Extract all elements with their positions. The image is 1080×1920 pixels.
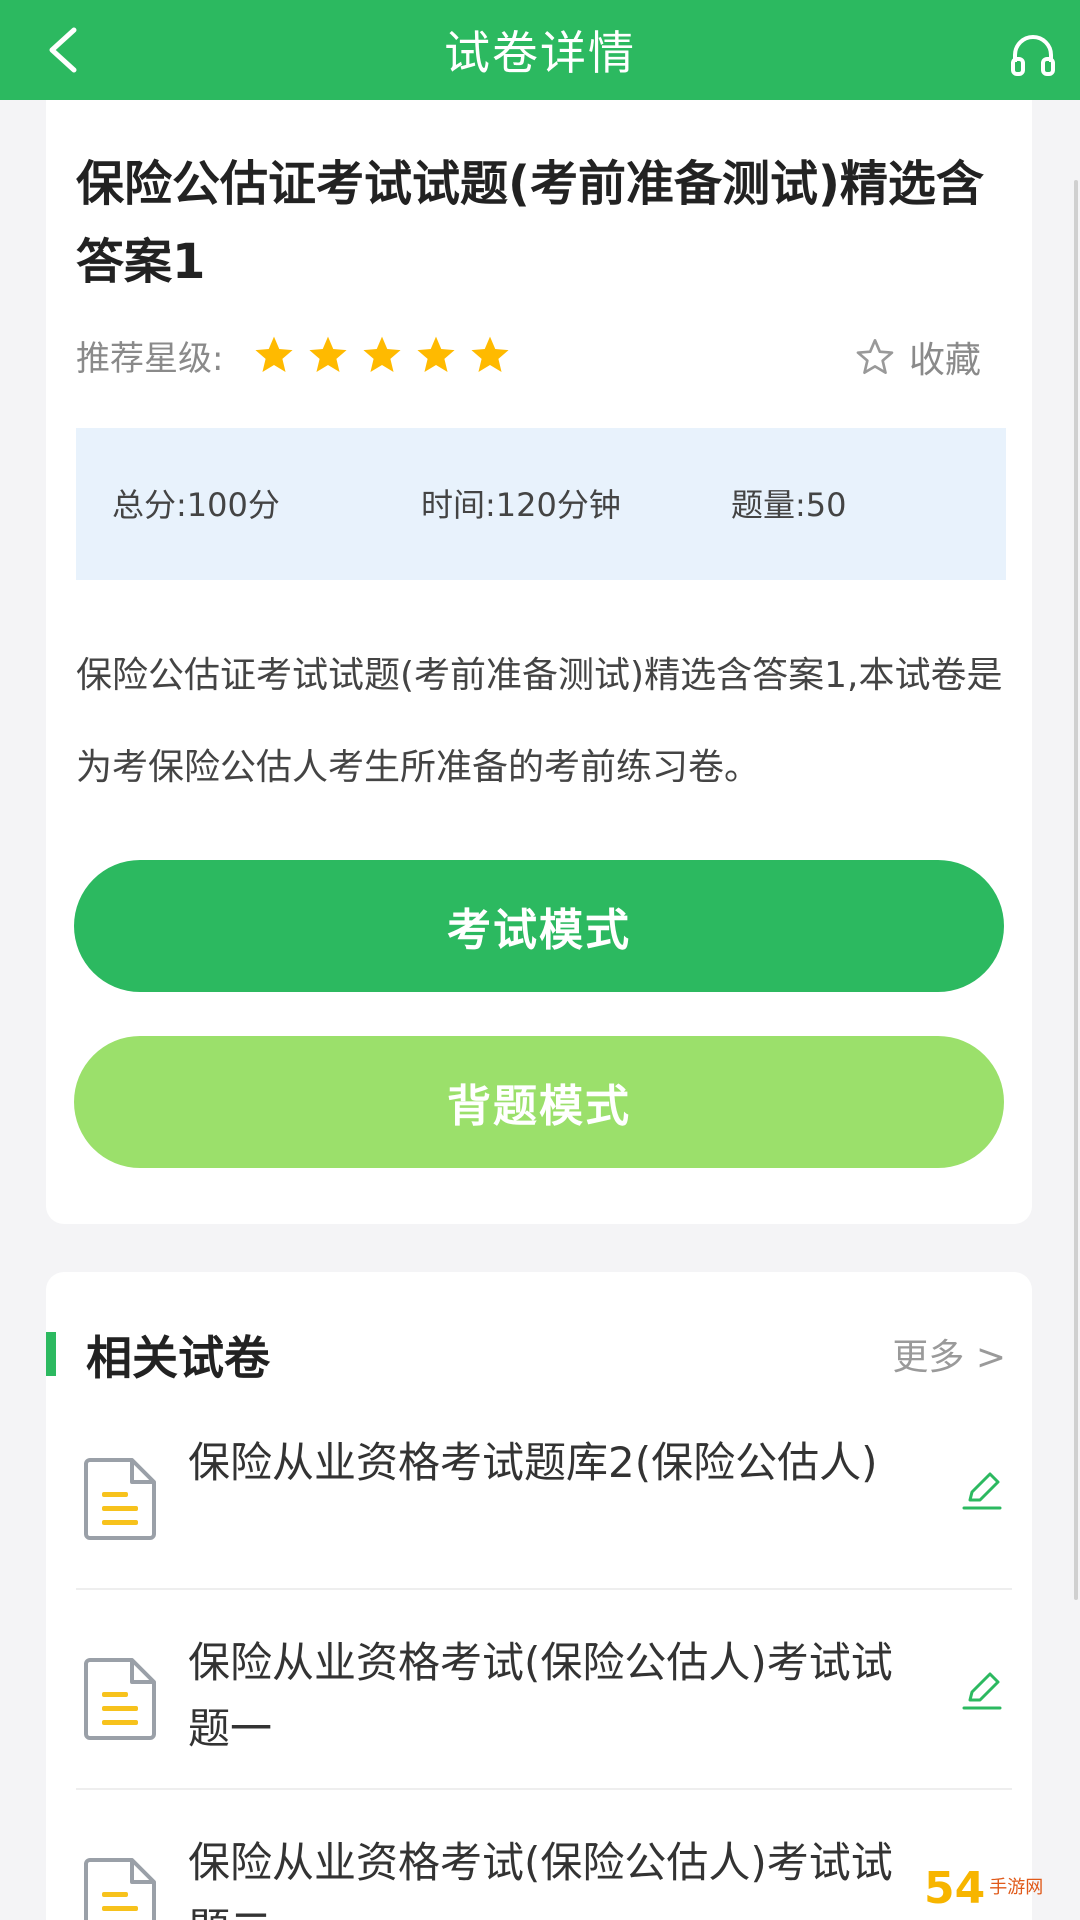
paper-title: 保险公估证考试试题(考前准备测试)精选含答案1	[76, 156, 984, 290]
exam-time: 时间:120分钟	[421, 486, 621, 524]
star-icon	[363, 336, 402, 372]
divider	[76, 1788, 1012, 1790]
recite-mode-button[interactable]: 背题模式	[74, 1036, 1004, 1168]
document-icon	[84, 1858, 156, 1920]
favorite-button[interactable]: 收藏	[855, 331, 981, 383]
pencil-icon[interactable]	[960, 1668, 1004, 1712]
page-title: 试卷详情	[444, 26, 636, 80]
star-icon	[309, 336, 348, 372]
headset-icon[interactable]	[1008, 30, 1058, 80]
more-link[interactable]: 更多 >	[892, 1328, 1006, 1380]
top-app-bar: 试卷详情	[0, 0, 1080, 100]
paper-description: 保险公估证考试试题(考前准备测试)精选含答案1,本试卷是为考保险公估人考生所准备…	[76, 655, 1003, 788]
related-paper-title: 保险从业资格考试(保险公估人)考试试题一	[188, 1638, 893, 1753]
exam-mode-button[interactable]: 考试模式	[74, 860, 1004, 992]
star-rating	[253, 334, 523, 376]
related-paper-item[interactable]: 保险从业资格考试(保险公估人)考试试题一	[46, 1612, 1032, 1812]
related-paper-title: 保险从业资格考试(保险公估人)考试试题二	[188, 1838, 893, 1920]
scrollbar[interactable]	[1074, 180, 1078, 1600]
document-icon	[84, 1658, 156, 1740]
total-score: 总分:100分	[112, 486, 280, 524]
watermark-number: 54	[924, 1862, 986, 1914]
watermark-text: 手游网	[989, 1877, 1044, 1898]
star-icon	[417, 336, 456, 372]
favorite-label: 收藏	[908, 340, 981, 381]
rating-row: 推荐星级: 收藏	[76, 325, 1016, 385]
divider	[76, 1588, 1012, 1590]
related-papers-card: 相关试卷 更多 > 保险从业资格考试题库2(保险公估人) 保险从业资格考试(保险…	[46, 1272, 1032, 1920]
chevron-left-icon[interactable]	[40, 24, 92, 76]
star-icon	[471, 336, 510, 372]
section-accent-bar	[46, 1332, 56, 1376]
star-icon	[255, 336, 294, 372]
question-count: 题量:50	[731, 486, 847, 524]
section-title: 相关试卷	[86, 1331, 270, 1385]
related-paper-item[interactable]: 保险从业资格考试(保险公估人)考试试题二	[46, 1812, 1032, 1920]
paper-detail-card: 保险公估证考试试题(考前准备测试)精选含答案1 推荐星级: 收藏 总分:100分…	[46, 100, 1032, 1224]
pencil-icon[interactable]	[960, 1468, 1004, 1512]
related-paper-item[interactable]: 保险从业资格考试题库2(保险公估人)	[46, 1412, 1032, 1612]
paper-info-box: 总分:100分 时间:120分钟 题量:50	[76, 428, 1006, 580]
document-icon	[84, 1458, 156, 1540]
site-watermark: 54 手游网	[924, 1856, 1074, 1920]
rating-label: 推荐星级:	[76, 338, 224, 379]
related-paper-title: 保险从业资格考试题库2(保险公估人)	[188, 1438, 878, 1487]
star-outline-icon	[856, 339, 894, 374]
